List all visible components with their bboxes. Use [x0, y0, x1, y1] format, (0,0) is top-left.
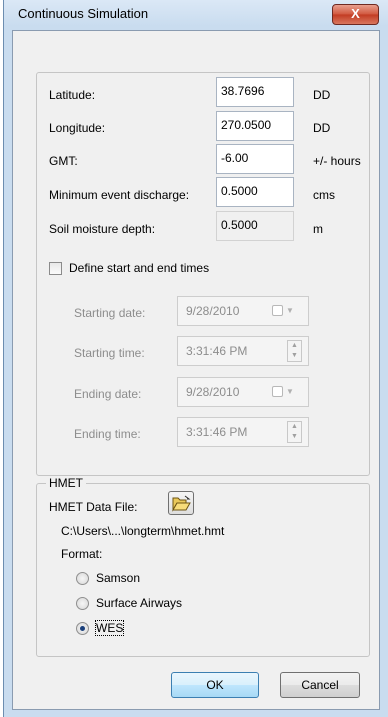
spin-down-icon[interactable]: ▼ [288, 351, 301, 361]
soil-moisture-input: 0.5000 [216, 211, 294, 241]
format-samson-label[interactable]: Samson [96, 571, 140, 585]
ending-date-label: Ending date: [74, 387, 142, 401]
hmet-file-path: C:\Users\...\longterm\hmet.hmt [61, 524, 225, 538]
longitude-unit: DD [313, 121, 331, 135]
soil-moisture-unit: m [313, 222, 323, 236]
format-label: Format: [61, 547, 103, 561]
min-discharge-label: Minimum event discharge: [49, 188, 190, 202]
format-wes-radio[interactable] [76, 622, 89, 635]
gmt-input[interactable]: -6.00 [216, 144, 294, 174]
gmt-unit: +/- hours [313, 154, 361, 168]
cancel-button[interactable]: Cancel [280, 672, 360, 698]
browse-hmet-button[interactable] [168, 491, 194, 515]
chevron-down-icon: ▼ [286, 306, 294, 315]
starting-date-picker[interactable]: 9/28/2010 ▼ [177, 296, 309, 326]
starting-time-value: 3:31:46 PM [186, 344, 248, 358]
gmt-label: GMT: [49, 154, 78, 168]
ending-time-value: 3:31:46 PM [186, 425, 248, 439]
starting-date-value: 9/28/2010 [186, 304, 240, 318]
ending-time-label: Ending time: [74, 427, 141, 441]
starting-time-label: Starting time: [74, 346, 145, 360]
define-times-label[interactable]: Define start and end times [69, 261, 209, 275]
chevron-down-icon: ▼ [286, 387, 294, 396]
latitude-input[interactable]: 38.7696 [216, 77, 294, 107]
format-surface-airways-radio[interactable] [76, 597, 89, 610]
ending-date-picker[interactable]: 9/28/2010 ▼ [177, 377, 309, 407]
calendar-dropdown-icon [272, 386, 283, 397]
ending-date-value: 9/28/2010 [186, 385, 240, 399]
spin-up-icon[interactable]: ▲ [288, 422, 301, 432]
format-wes-label[interactable]: WES [94, 620, 125, 636]
window-title: Continuous Simulation [18, 6, 149, 21]
format-samson-radio[interactable] [76, 572, 89, 585]
longitude-label: Longitude: [49, 121, 106, 135]
spin-up-icon[interactable]: ▲ [288, 341, 301, 351]
open-folder-icon [172, 495, 191, 512]
min-discharge-input[interactable]: 0.5000 [216, 177, 294, 207]
ending-time-spinner[interactable]: ▲ ▼ [287, 421, 302, 443]
ending-time-picker[interactable]: 3:31:46 PM ▲ ▼ [177, 417, 309, 447]
format-surface-airways-label[interactable]: Surface Airways [96, 596, 182, 610]
starting-time-spinner[interactable]: ▲ ▼ [287, 340, 302, 362]
hmet-data-file-label: HMET Data File: [49, 500, 138, 514]
soil-moisture-label: Soil moisture depth: [49, 222, 156, 236]
calendar-dropdown-icon [272, 305, 283, 316]
close-icon: X [351, 6, 360, 21]
title-bar[interactable]: Continuous Simulation [4, 0, 388, 26]
close-button[interactable]: X [332, 4, 379, 25]
define-times-checkbox[interactable] [49, 262, 62, 275]
hmet-group-title: HMET [46, 476, 86, 490]
latitude-label: Latitude: [49, 88, 96, 102]
starting-date-label: Starting date: [74, 306, 146, 320]
spin-down-icon[interactable]: ▼ [288, 432, 301, 442]
latitude-unit: DD [313, 88, 331, 102]
ok-button[interactable]: OK [171, 672, 259, 698]
starting-time-picker[interactable]: 3:31:46 PM ▲ ▼ [177, 336, 309, 366]
longitude-input[interactable]: 270.0500 [216, 111, 294, 141]
min-discharge-unit: cms [313, 188, 335, 202]
